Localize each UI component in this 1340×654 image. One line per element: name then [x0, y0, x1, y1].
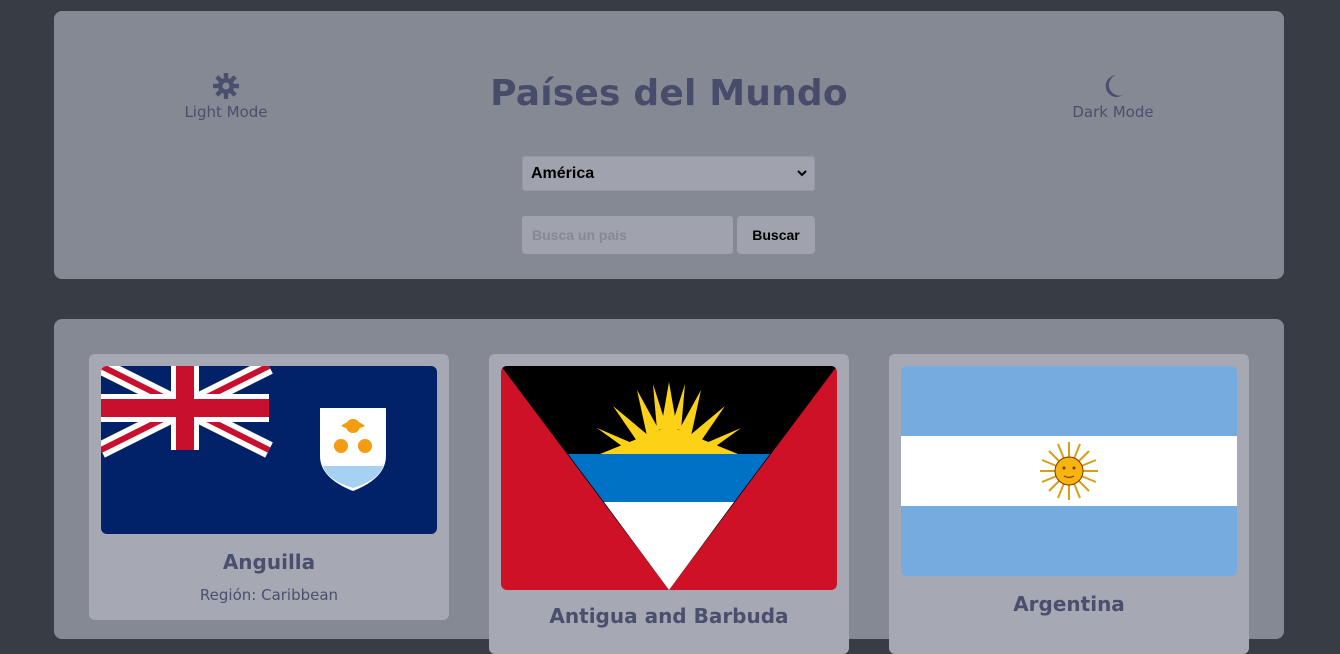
country-name: Antigua and Barbuda: [549, 604, 789, 628]
country-card[interactable]: Antigua and Barbuda: [489, 354, 849, 654]
countries-panel: Anguilla Región: Caribbean Antigua and B…: [54, 319, 1284, 654]
dark-mode-label: Dark Mode: [1072, 103, 1154, 121]
antigua-barbuda-flag: [501, 366, 837, 590]
chevron-down-icon: [797, 170, 807, 177]
anguilla-flag: [101, 366, 437, 534]
search-input[interactable]: Busca un país: [522, 216, 733, 254]
country-card[interactable]: Argentina: [889, 354, 1249, 654]
country-region: Región: Caribbean: [199, 586, 339, 604]
dark-mode-button[interactable]: Dark Mode: [1043, 71, 1183, 121]
header-panel: Light Mode Países del Mundo Dark Mode Am…: [54, 11, 1284, 279]
country-name: Anguilla: [222, 550, 316, 574]
country-card[interactable]: Anguilla Región: Caribbean: [89, 354, 449, 620]
moon-icon: [1043, 71, 1183, 101]
argentina-flag: [901, 366, 1237, 576]
country-name: Argentina: [1013, 592, 1125, 616]
region-select[interactable]: América: [522, 156, 815, 191]
search-button[interactable]: Buscar: [737, 216, 815, 254]
region-select-value: América: [531, 165, 595, 182]
